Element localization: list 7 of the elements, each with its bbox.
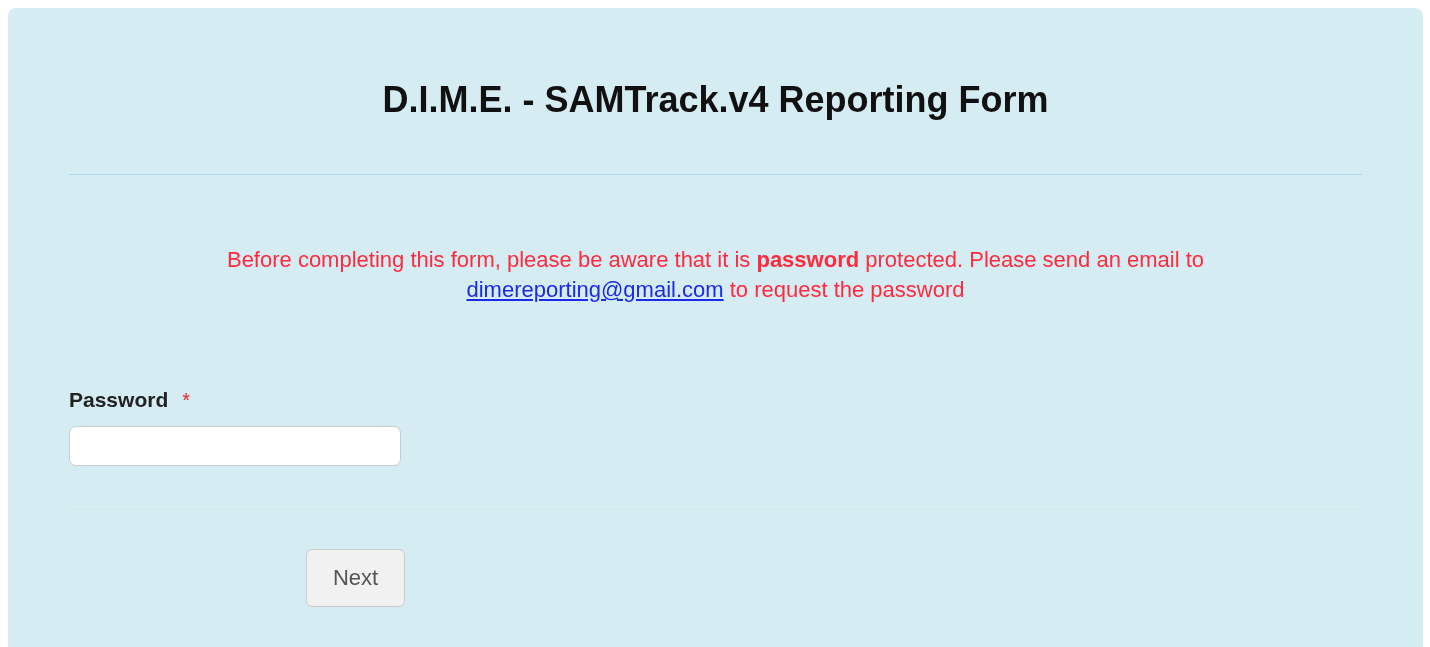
- form-title: D.I.M.E. - SAMTrack.v4 Reporting Form: [381, 78, 1050, 120]
- notice-text: Before completing this form, please be aware that it is password protected. Please send an email to dimereporting@gmail.com to request the password: [225, 246, 1206, 304]
- email-link[interactable]: dimereporting@gmail.com: [466, 277, 724, 302]
- next-button[interactable]: Next: [306, 549, 405, 607]
- field-label: Password: [69, 388, 169, 412]
- password-field[interactable]: [69, 426, 401, 466]
- required-mark: *: [182, 389, 190, 412]
